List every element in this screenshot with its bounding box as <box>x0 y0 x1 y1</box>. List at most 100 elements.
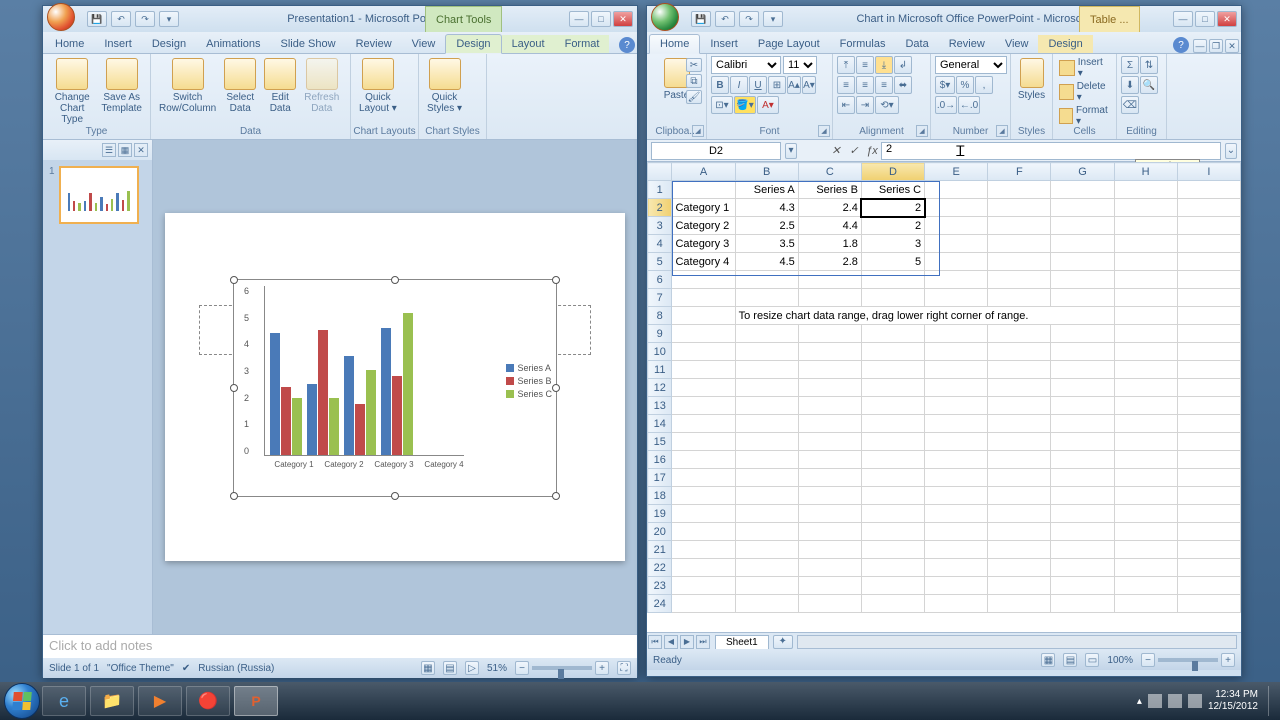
worksheet-grid[interactable]: A B C D E F G H I 1 Series A Series B Se… <box>647 162 1241 632</box>
minimize-button[interactable]: — <box>569 11 589 27</box>
edit-data-button[interactable]: Edit Data <box>260 56 300 116</box>
tab-chart-design[interactable]: Design <box>445 34 501 54</box>
horizontal-scrollbar[interactable] <box>797 635 1237 649</box>
volume-icon[interactable] <box>1188 694 1202 708</box>
fx-icon[interactable]: ƒx <box>863 142 881 160</box>
start-button[interactable] <box>4 683 40 719</box>
clear-icon[interactable]: ⌫ <box>1121 96 1139 114</box>
tab-review[interactable]: Review <box>346 35 402 53</box>
find-select-icon[interactable]: 🔍 <box>1140 76 1158 94</box>
col-header-I[interactable]: I <box>1177 163 1240 181</box>
tab-home[interactable]: Home <box>45 35 94 53</box>
outline-view-icon[interactable]: ☰ <box>102 143 116 157</box>
office-button[interactable] <box>47 3 75 31</box>
tab-page-layout[interactable]: Page Layout <box>748 35 830 53</box>
col-header-A[interactable]: A <box>672 163 735 181</box>
tab-animations[interactable]: Animations <box>196 35 270 53</box>
first-sheet-icon[interactable]: ⏮ <box>648 635 662 649</box>
italic-button[interactable]: I <box>730 76 748 94</box>
workbook-restore-icon[interactable]: ❐ <box>1209 39 1223 53</box>
taskbar-ie-icon[interactable]: e <box>42 686 86 716</box>
chart-plot-area[interactable] <box>264 286 464 456</box>
zoom-slider[interactable]: − + <box>1141 653 1235 667</box>
decrease-decimal-icon[interactable]: ←.0 <box>958 96 980 114</box>
col-header-G[interactable]: G <box>1051 163 1114 181</box>
next-sheet-icon[interactable]: ▶ <box>680 635 694 649</box>
tab-chart-format[interactable]: Format <box>555 35 610 53</box>
qat-menu-icon[interactable]: ▾ <box>763 11 783 27</box>
maximize-button[interactable]: □ <box>1195 11 1215 27</box>
slide-thumbnail-1[interactable]: 1 <box>49 166 146 224</box>
shrink-font-icon[interactable]: A▾ <box>802 76 816 94</box>
align-left-icon[interactable]: ≡ <box>837 76 855 94</box>
show-desktop-button[interactable] <box>1268 686 1276 716</box>
taskbar-clock[interactable]: 12:34 PM 12/15/2012 <box>1208 689 1262 713</box>
change-chart-type-button[interactable]: Change Chart Type <box>47 56 97 127</box>
decrease-indent-icon[interactable]: ⇤ <box>837 96 855 114</box>
help-icon[interactable]: ? <box>1173 37 1189 53</box>
alignment-launcher[interactable]: ◢ <box>916 125 928 137</box>
select-all-corner[interactable] <box>648 163 672 181</box>
help-icon[interactable]: ? <box>619 37 635 53</box>
align-center-icon[interactable]: ≡ <box>856 76 874 94</box>
merge-center-icon[interactable]: ⬌ <box>894 76 912 94</box>
taskbar-wmp-icon[interactable]: ▶ <box>138 686 182 716</box>
tab-formulas[interactable]: Formulas <box>830 35 896 53</box>
underline-button[interactable]: U <box>749 76 767 94</box>
network-icon[interactable] <box>1168 694 1182 708</box>
workbook-minimize-icon[interactable]: — <box>1193 39 1207 53</box>
insert-cells-button[interactable]: Insert ▾ <box>1057 56 1112 80</box>
undo-icon[interactable]: ↶ <box>111 11 131 27</box>
increase-indent-icon[interactable]: ⇥ <box>856 96 874 114</box>
save-icon[interactable]: 💾 <box>87 11 107 27</box>
maximize-button[interactable]: □ <box>591 11 611 27</box>
bold-button[interactable]: B <box>711 76 729 94</box>
cell-styles-button[interactable]: Styles <box>1015 56 1048 103</box>
clipboard-launcher[interactable]: ◢ <box>692 125 704 137</box>
workbook-close-icon[interactable]: ✕ <box>1225 39 1239 53</box>
tab-table-design[interactable]: Design <box>1038 35 1092 53</box>
fit-window-icon[interactable]: ⛶ <box>617 661 631 675</box>
autosum-icon[interactable]: Σ <box>1121 56 1139 74</box>
number-launcher[interactable]: ◢ <box>996 125 1008 137</box>
tab-data[interactable]: Data <box>895 35 938 53</box>
normal-view-icon[interactable]: ▦ <box>1041 653 1055 667</box>
last-sheet-icon[interactable]: ⏭ <box>696 635 710 649</box>
font-size-select[interactable]: 11 <box>783 56 817 74</box>
close-button[interactable]: ✕ <box>613 11 633 27</box>
percent-icon[interactable]: % <box>956 76 974 94</box>
language-status[interactable]: Russian (Russia) <box>198 663 274 674</box>
slide-editor[interactable]: Click to add title Click to add subtitle… <box>153 140 637 634</box>
tab-insert[interactable]: Insert <box>94 35 142 53</box>
col-header-D[interactable]: D <box>861 163 924 181</box>
page-break-view-icon[interactable]: ▭ <box>1085 653 1099 667</box>
tab-home[interactable]: Home <box>649 34 700 54</box>
copy-icon[interactable]: ⧉ <box>686 74 702 88</box>
delete-cells-button[interactable]: Delete ▾ <box>1057 80 1112 104</box>
cancel-formula-icon[interactable]: ✕ <box>827 142 845 160</box>
close-pane-icon[interactable]: ✕ <box>134 143 148 157</box>
prev-sheet-icon[interactable]: ◀ <box>664 635 678 649</box>
sorter-view-icon[interactable]: ▤ <box>443 661 457 675</box>
slides-view-icon[interactable]: ▦ <box>118 143 132 157</box>
align-right-icon[interactable]: ≡ <box>875 76 893 94</box>
zoom-percent[interactable]: 100% <box>1107 655 1133 666</box>
number-format-select[interactable]: General <box>935 56 1007 74</box>
tab-chart-layout[interactable]: Layout <box>502 35 555 53</box>
name-box[interactable] <box>651 142 781 160</box>
col-header-E[interactable]: E <box>925 163 988 181</box>
enter-formula-icon[interactable]: ✓ <box>845 142 863 160</box>
comma-icon[interactable]: , <box>975 76 993 94</box>
borders-button[interactable]: ⊡▾ <box>711 96 733 114</box>
increase-decimal-icon[interactable]: .0→ <box>935 96 957 114</box>
spellcheck-icon[interactable]: ✔ <box>182 663 190 674</box>
col-header-B[interactable]: B <box>735 163 798 181</box>
taskbar-chrome-icon[interactable]: 🔴 <box>186 686 230 716</box>
zoom-slider[interactable]: − + <box>515 661 609 675</box>
font-launcher[interactable]: ◢ <box>818 125 830 137</box>
save-icon[interactable]: 💾 <box>691 11 711 27</box>
notes-pane[interactable]: Click to add notes <box>43 634 637 658</box>
font-color-button[interactable]: A▾ <box>757 96 779 114</box>
wrap-text-icon[interactable]: ↲ <box>894 56 912 74</box>
quick-layout-button[interactable]: Quick Layout ▾ <box>355 56 401 116</box>
